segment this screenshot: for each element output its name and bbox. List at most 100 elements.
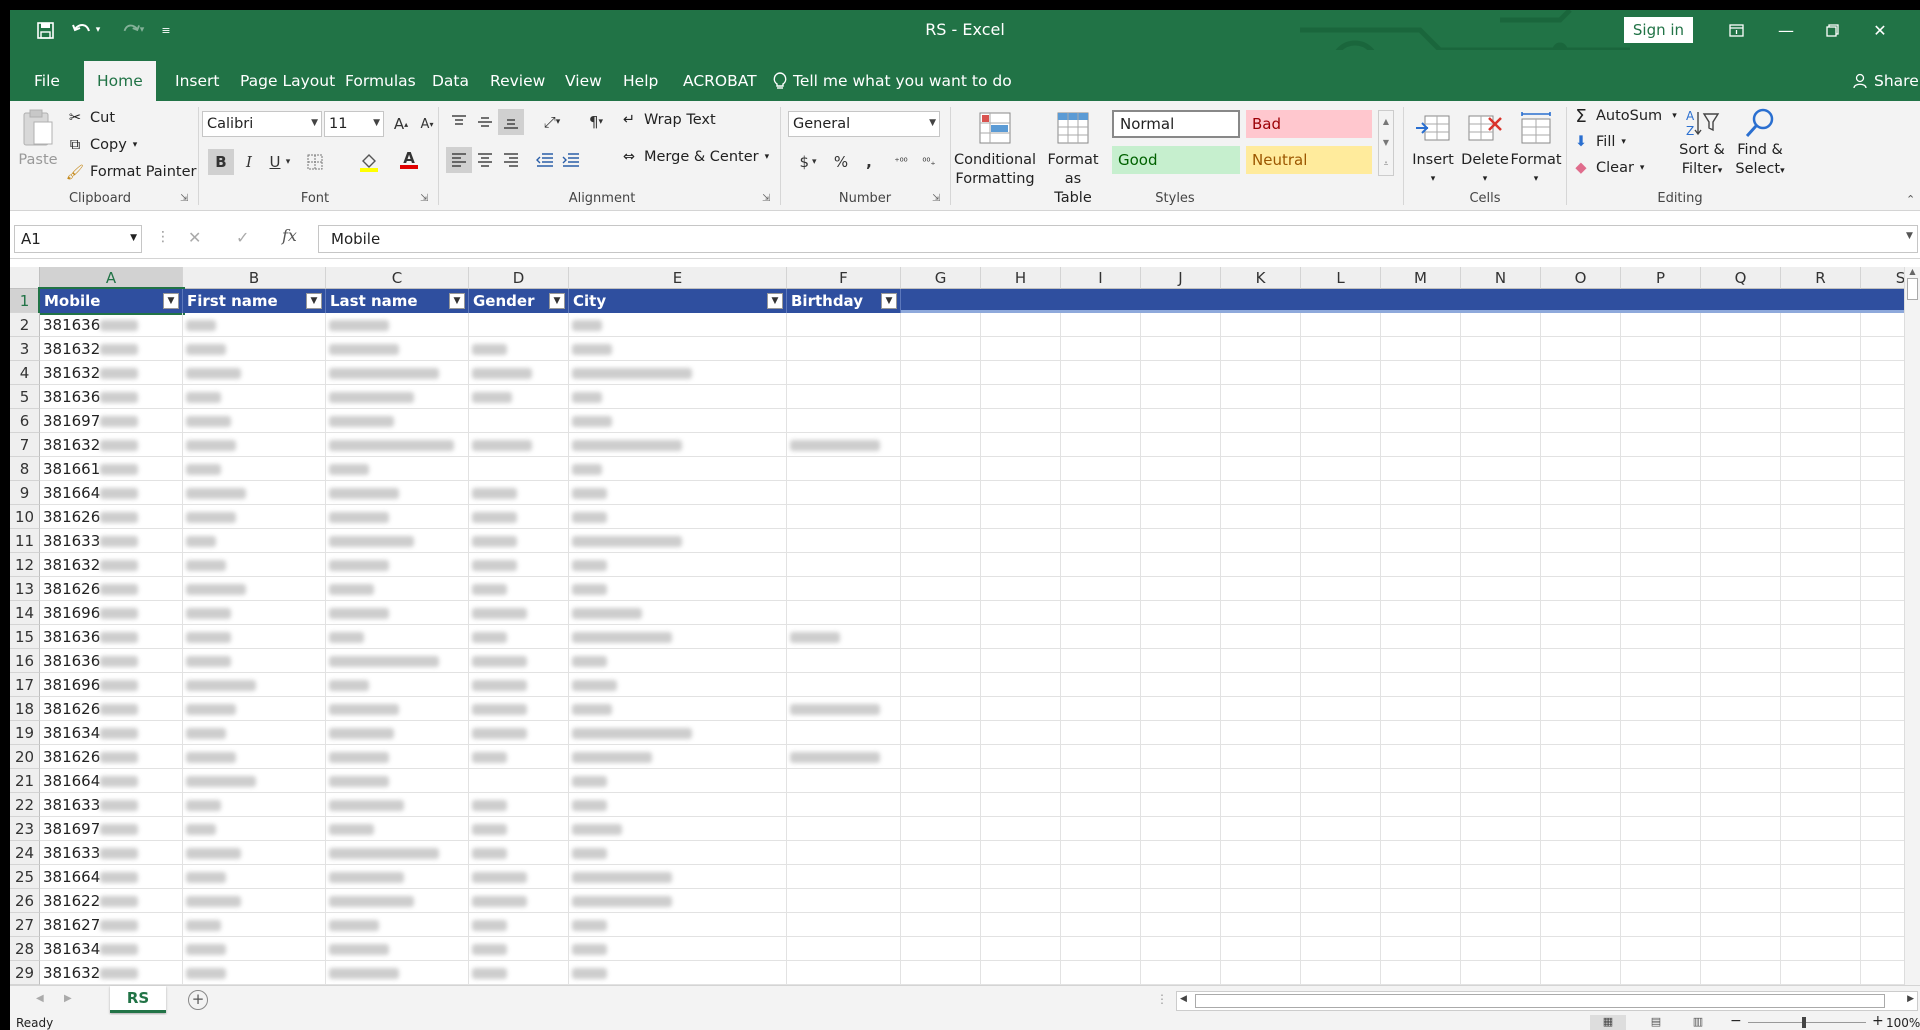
table-cell[interactable] <box>326 529 469 553</box>
table-cell[interactable] <box>1461 313 1541 337</box>
table-cell[interactable] <box>901 841 981 865</box>
column-header-h[interactable]: H <box>981 267 1061 289</box>
table-cell[interactable] <box>1061 361 1141 385</box>
column-header-o[interactable]: O <box>1541 267 1621 289</box>
table-cell[interactable] <box>1621 553 1701 577</box>
table-cell[interactable] <box>901 673 981 697</box>
table-cell[interactable] <box>901 313 981 337</box>
text-direction-icon[interactable]: ¶ ▾ <box>578 109 614 135</box>
table-cell[interactable] <box>1701 865 1781 889</box>
table-cell[interactable] <box>326 625 469 649</box>
table-cell[interactable] <box>1541 481 1621 505</box>
table-cell[interactable] <box>1541 385 1621 409</box>
table-cell[interactable] <box>787 865 901 889</box>
sheet-tab-rs[interactable]: RS <box>110 986 166 1013</box>
column-header-r[interactable]: R <box>1781 267 1861 289</box>
table-cell[interactable] <box>1381 793 1461 817</box>
filter-dropdown-icon[interactable]: ▼ <box>449 293 465 309</box>
table-cell[interactable] <box>469 649 569 673</box>
table-cell[interactable] <box>787 409 901 433</box>
table-cell[interactable] <box>787 721 901 745</box>
table-cell[interactable] <box>1141 433 1221 457</box>
row-header[interactable]: 25 <box>10 865 40 889</box>
increase-decimal-icon[interactable]: ⁺⁰⁰ <box>888 149 914 175</box>
table-cell[interactable] <box>1461 913 1541 937</box>
page-layout-view-icon[interactable]: ▤ <box>1646 1015 1666 1030</box>
table-cell[interactable] <box>787 841 901 865</box>
table-cell[interactable] <box>1781 697 1861 721</box>
table-cell[interactable] <box>183 937 326 961</box>
decrease-font-icon[interactable]: A ▾ <box>414 111 440 137</box>
table-cell[interactable] <box>1221 649 1301 673</box>
table-cell[interactable] <box>981 937 1061 961</box>
table-cell[interactable] <box>1381 697 1461 721</box>
table-cell[interactable] <box>1461 649 1541 673</box>
table-cell[interactable]: 381697 <box>40 409 183 433</box>
table-cell[interactable] <box>787 481 901 505</box>
table-cell[interactable] <box>469 433 569 457</box>
table-cell[interactable] <box>787 385 901 409</box>
table-cell[interactable] <box>1141 721 1221 745</box>
table-cell[interactable]: 381627 <box>40 913 183 937</box>
table-cell[interactable] <box>569 529 787 553</box>
table-cell[interactable] <box>326 817 469 841</box>
table-cell[interactable] <box>469 529 569 553</box>
table-cell[interactable] <box>183 409 326 433</box>
table-cell[interactable] <box>901 721 981 745</box>
table-cell[interactable] <box>1221 745 1301 769</box>
column-header-e[interactable]: E <box>569 267 787 289</box>
table-cell[interactable] <box>1221 409 1301 433</box>
table-cell[interactable] <box>1221 937 1301 961</box>
table-cell[interactable] <box>901 433 981 457</box>
table-cell[interactable] <box>1461 697 1541 721</box>
table-cell[interactable] <box>1781 457 1861 481</box>
table-cell[interactable] <box>183 721 326 745</box>
table-cell[interactable] <box>1301 841 1381 865</box>
row-header[interactable]: 20 <box>10 745 40 769</box>
table-cell[interactable] <box>1381 625 1461 649</box>
table-cell[interactable] <box>469 457 569 481</box>
table-cell[interactable] <box>183 745 326 769</box>
table-cell[interactable] <box>981 697 1061 721</box>
table-cell[interactable] <box>901 361 981 385</box>
table-cell[interactable] <box>1621 745 1701 769</box>
table-cell[interactable] <box>981 961 1061 985</box>
table-cell[interactable] <box>981 433 1061 457</box>
table-cell[interactable]: 381626 <box>40 697 183 721</box>
table-cell[interactable] <box>183 385 326 409</box>
table-cell[interactable] <box>1221 529 1301 553</box>
table-cell[interactable] <box>1061 745 1141 769</box>
table-cell[interactable] <box>1221 337 1301 361</box>
table-cell[interactable] <box>1541 817 1621 841</box>
table-cell[interactable] <box>1301 529 1381 553</box>
table-cell[interactable] <box>1461 937 1541 961</box>
table-cell[interactable] <box>1701 385 1781 409</box>
table-cell[interactable] <box>183 865 326 889</box>
table-cell[interactable] <box>787 889 901 913</box>
table-cell[interactable] <box>1141 457 1221 481</box>
ribbon-display-icon[interactable] <box>1718 16 1754 44</box>
table-cell[interactable]: 381696 <box>40 673 183 697</box>
tell-me-box[interactable]: Tell me what you want to do <box>760 61 1025 101</box>
select-all-corner[interactable] <box>10 267 40 289</box>
table-cell[interactable] <box>1221 769 1301 793</box>
table-cell[interactable] <box>1781 505 1861 529</box>
table-cell[interactable] <box>1381 457 1461 481</box>
table-cell[interactable] <box>981 745 1061 769</box>
font-name-dropdown[interactable]: Calibri ▼ <box>202 111 322 137</box>
table-cell[interactable] <box>1781 601 1861 625</box>
delete-cells-button[interactable]: Delete ▾ <box>1460 107 1510 189</box>
table-cell[interactable] <box>1381 961 1461 985</box>
table-cell[interactable] <box>569 481 787 505</box>
increase-font-icon[interactable]: A ▴ <box>388 111 414 137</box>
cancel-icon[interactable]: ✕ <box>188 228 201 247</box>
table-cell[interactable] <box>1141 481 1221 505</box>
table-cell[interactable] <box>326 361 469 385</box>
table-cell[interactable] <box>901 481 981 505</box>
table-cell[interactable] <box>981 841 1061 865</box>
table-cell[interactable] <box>1461 601 1541 625</box>
table-cell[interactable] <box>1701 841 1781 865</box>
table-cell[interactable] <box>1301 553 1381 577</box>
table-cell[interactable] <box>1141 889 1221 913</box>
row-header[interactable]: 13 <box>10 577 40 601</box>
